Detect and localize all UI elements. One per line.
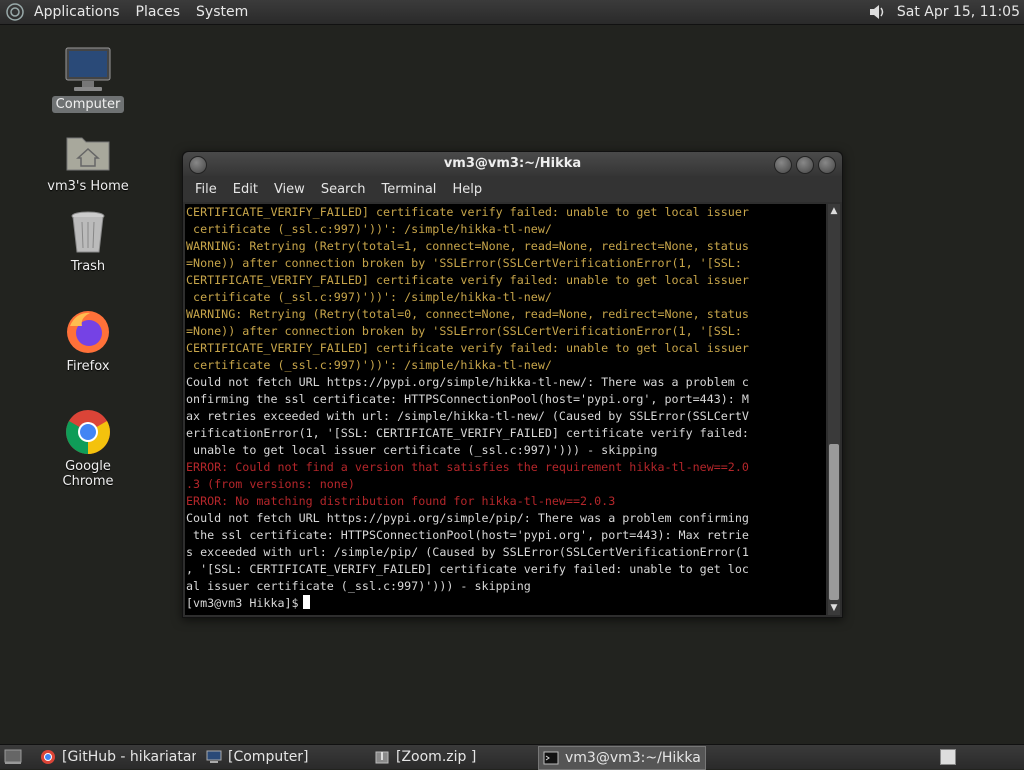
terminal-line: ERROR: Could not find a version that sat… xyxy=(186,460,749,474)
terminal-line: .3 (from versions: none) xyxy=(186,477,355,491)
show-desktop-icon[interactable] xyxy=(4,749,22,765)
task-terminal[interactable]: vm3@vm3:~/Hikka xyxy=(538,746,706,770)
applications-menu[interactable]: Applications xyxy=(26,4,128,20)
task-zoom-zip[interactable]: [Zoom.zip ] xyxy=(370,746,530,768)
terminal-line: CERTIFICATE_VERIFY_FAILED] certificate v… xyxy=(186,205,749,219)
terminal-line: unable to get local issuer certificate (… xyxy=(186,443,658,457)
places-menu[interactable]: Places xyxy=(128,4,189,20)
desktop-icon-label: Google Chrome xyxy=(62,459,114,489)
terminal-line: ERROR: No matching distribution found fo… xyxy=(186,494,616,508)
volume-icon[interactable] xyxy=(867,2,887,22)
desktop-icon-label: Trash xyxy=(70,259,106,274)
terminal-window[interactable]: vm3@vm3:~/Hikka File Edit View Search Te… xyxy=(182,151,843,618)
chrome-icon xyxy=(66,410,110,454)
window-title: vm3@vm3:~/Hikka xyxy=(443,156,582,171)
desktop-icon-label: Firefox xyxy=(66,359,110,374)
panel-right: Sat Apr 15, 11:05 xyxy=(867,2,1024,22)
clock[interactable]: Sat Apr 15, 11:05 xyxy=(887,4,1024,20)
terminal-line: CERTIFICATE_VERIFY_FAILED] certificate v… xyxy=(186,341,749,355)
desktop-icon-chrome[interactable]: Google Chrome xyxy=(38,408,138,490)
terminal-line: Could not fetch URL https://pypi.org/sim… xyxy=(186,375,749,389)
desktop-icon-computer[interactable]: Computer xyxy=(38,46,138,113)
minimize-button[interactable] xyxy=(774,156,792,174)
close-button[interactable] xyxy=(818,156,836,174)
system-menu[interactable]: System xyxy=(188,4,256,20)
task-label: vm3@vm3:~/Hikka xyxy=(565,750,701,766)
terminal-line: =None)) after connection broken by 'SSLE… xyxy=(186,324,742,338)
terminal-menubar: File Edit View Search Terminal Help xyxy=(183,176,842,202)
scroll-up-icon[interactable]: ▲ xyxy=(828,204,840,218)
terminal-cursor xyxy=(302,595,310,609)
workspace-switcher[interactable] xyxy=(940,749,956,765)
terminal-line: s exceeded with url: /simple/pip/ (Cause… xyxy=(186,545,749,559)
desktop-icon-firefox[interactable]: Firefox xyxy=(38,308,138,375)
home-folder-icon xyxy=(66,137,110,171)
desktop-icon-home[interactable]: vm3's Home xyxy=(38,128,138,195)
terminal-scrollbar[interactable]: ▲ ▼ xyxy=(828,204,840,615)
gnome-foot-icon[interactable] xyxy=(6,3,24,21)
terminal-line: Could not fetch URL https://pypi.org/sim… xyxy=(186,511,749,525)
terminal-line: onfirming the ssl certificate: HTTPSConn… xyxy=(186,392,749,406)
terminal-line: ax retries exceeded with url: /simple/hi… xyxy=(186,409,749,423)
task-label: [Computer] xyxy=(228,749,309,765)
scroll-down-icon[interactable]: ▼ xyxy=(828,601,840,615)
terminal-line: al issuer certificate (_ssl.c:997)'))) -… xyxy=(186,579,531,593)
task-github[interactable]: [GitHub - hikariatam… xyxy=(36,746,196,768)
menu-view[interactable]: View xyxy=(266,182,313,197)
terminal-line: certificate (_ssl.c:997)'))': /simple/hi… xyxy=(186,222,552,236)
terminal-line: certificate (_ssl.c:997)'))': /simple/hi… xyxy=(186,290,552,304)
terminal-line: CERTIFICATE_VERIFY_FAILED] certificate v… xyxy=(186,273,749,287)
menu-file[interactable]: File xyxy=(187,182,225,197)
terminal-output[interactable]: CERTIFICATE_VERIFY_FAILED] certificate v… xyxy=(185,204,826,615)
firefox-icon xyxy=(67,311,109,353)
terminal-text: CERTIFICATE_VERIFY_FAILED] certificate v… xyxy=(185,204,826,612)
menu-terminal[interactable]: Terminal xyxy=(373,182,444,197)
terminal-line: certificate (_ssl.c:997)'))': /simple/hi… xyxy=(186,358,552,372)
terminal-line: erificationError(1, '[SSL: CERTIFICATE_V… xyxy=(186,426,749,440)
terminal-line: , '[SSL: CERTIFICATE_VERIFY_FAILED] cert… xyxy=(186,562,749,576)
terminal-line: =None)) after connection broken by 'SSLE… xyxy=(186,256,742,270)
task-computer[interactable]: [Computer] xyxy=(202,746,362,768)
task-label: [Zoom.zip ] xyxy=(396,749,477,765)
top-panel: Applications Places System Sat Apr 15, 1… xyxy=(0,0,1024,25)
terminal-prompt: [vm3@vm3 Hikka]$ xyxy=(186,596,299,610)
task-label: [GitHub - hikariatam… xyxy=(62,749,196,765)
desktop-icon-label: Computer xyxy=(51,96,125,113)
desktop-icon-trash[interactable]: Trash xyxy=(38,208,138,275)
window-menu-button[interactable] xyxy=(189,156,207,174)
menu-search[interactable]: Search xyxy=(313,182,374,197)
trash-icon xyxy=(71,211,105,253)
terminal-icon xyxy=(543,751,559,765)
computer-icon xyxy=(206,750,222,763)
desktop-icon-label: vm3's Home xyxy=(47,179,129,194)
chrome-icon xyxy=(41,750,55,764)
menu-edit[interactable]: Edit xyxy=(225,182,266,197)
maximize-button[interactable] xyxy=(796,156,814,174)
bottom-panel: [GitHub - hikariatam… [Computer] [Zoom.z… xyxy=(0,744,1024,770)
computer-icon xyxy=(65,47,111,91)
menu-help[interactable]: Help xyxy=(444,182,490,197)
terminal-line: WARNING: Retrying (Retry(total=1, connec… xyxy=(186,239,749,253)
archive-icon xyxy=(375,751,389,764)
window-titlebar[interactable]: vm3@vm3:~/Hikka xyxy=(183,152,842,176)
terminal-line: WARNING: Retrying (Retry(total=0, connec… xyxy=(186,307,749,321)
scrollbar-thumb[interactable] xyxy=(829,444,839,600)
terminal-line: the ssl certificate: HTTPSConnectionPool… xyxy=(186,528,749,542)
